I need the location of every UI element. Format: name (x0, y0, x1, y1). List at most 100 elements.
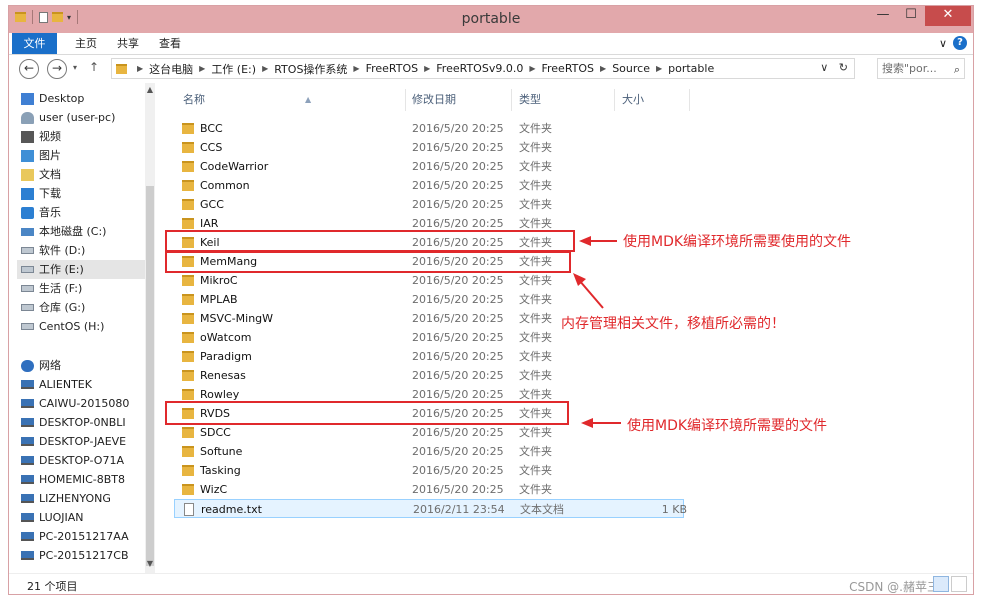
sidebar-item-computer[interactable]: LIZHENYONG (21, 489, 145, 508)
computer-icon (21, 418, 34, 427)
breadcrumb-portable[interactable]: portable (668, 62, 714, 75)
maximize-button[interactable]: ☐ (897, 6, 925, 26)
sidebar-item-computer[interactable]: LUOJIAN (21, 508, 145, 527)
breadcrumb-freertos-version[interactable]: FreeRTOSv9.0.0 (436, 62, 523, 75)
sidebar-item-computer[interactable]: DESKTOP-O71A (21, 451, 145, 470)
sidebar-item-label: 仓库 (G:) (39, 301, 86, 314)
explorer-window: ▾ portable — ☐ ✕ 文件 主页 共享 查看 ∨ ? ← → ▾ ↑… (8, 5, 974, 595)
drive-icon (21, 285, 34, 292)
sidebar-item-label: 本地磁盘 (C:) (39, 225, 107, 238)
tab-share[interactable]: 共享 (117, 33, 139, 54)
computer-icon (21, 513, 34, 522)
sidebar-item-label: 软件 (D:) (39, 244, 86, 257)
sidebar-item-label: 音乐 (39, 206, 61, 219)
refresh-icon[interactable]: ↻ (839, 61, 848, 74)
recent-locations-icon[interactable]: ▾ (73, 63, 77, 72)
sidebar-item-label: PC-20151217AA (39, 530, 129, 543)
drive-icon (21, 304, 34, 311)
arrow-rvds (581, 418, 621, 428)
sidebar-item-computer[interactable]: HOMEMIC-8BT8 (21, 470, 145, 489)
sidebar-item-label: 工作 (E:) (39, 263, 84, 276)
sidebar-item-drive-f[interactable]: 生活 (F:) (21, 279, 145, 298)
scroll-up-icon[interactable]: ▲ (145, 85, 155, 94)
annotation-rvds: 使用MDK编译环境所需要的文件 (627, 418, 828, 434)
scroll-down-icon[interactable]: ▼ (145, 559, 155, 568)
navigation-bar: ← → ▾ ↑ ▶ 这台电脑 ▶ 工作 (E:) ▶ RTOS操作系统 ▶ Fr… (9, 56, 973, 82)
large-icons-view-icon[interactable] (951, 576, 967, 592)
sidebar-item-label: DESKTOP-O71A (39, 454, 124, 467)
sidebar-item-label: 文档 (39, 168, 61, 181)
breadcrumb-source[interactable]: Source (612, 62, 650, 75)
network-icon (21, 359, 34, 372)
drive-icon (21, 266, 34, 273)
sidebar-item-label: DESKTOP-0NBLI (39, 416, 126, 429)
sidebar-item-computer[interactable]: CAIWU-2015080 (21, 394, 145, 413)
ribbon-tabs: 文件 主页 共享 查看 ∨ ? (9, 33, 973, 55)
sidebar-item-label: user (user-pc) (39, 111, 116, 124)
sidebar-item-label: Desktop (39, 92, 85, 105)
sidebar-item-label: HOMEMIC-8BT8 (39, 473, 126, 486)
help-icon[interactable]: ? (953, 36, 967, 50)
sidebar-item-label: 图片 (39, 149, 61, 162)
sidebar-item-label: 视频 (39, 130, 61, 143)
sidebar-item-computer[interactable]: DESKTOP-0NBLI (21, 413, 145, 432)
search-icon[interactable]: ⌕ (954, 60, 960, 79)
sidebar-item-computer[interactable]: PC-20151217CB (21, 546, 145, 565)
sidebar-item-label: ALIENTEK (39, 378, 92, 391)
minimize-button[interactable]: — (869, 6, 897, 26)
file-list: 名称 ▲ 修改日期 类型 大小 BCC 2016/5/20 20:25 文件夹 CC… (159, 83, 969, 573)
sidebar-item-label: LIZHENYONG (39, 492, 111, 505)
sidebar-item-user[interactable]: user (user-pc) (21, 108, 145, 127)
breadcrumb-drive[interactable]: 工作 (E:) (211, 61, 256, 77)
sidebar-item-drive-g[interactable]: 仓库 (G:) (21, 298, 145, 317)
window-controls: — ☐ ✕ (869, 6, 971, 26)
sidebar-item-computer[interactable]: DESKTOP-JAEVE (21, 432, 145, 451)
sidebar-item-documents[interactable]: 文档 (21, 165, 145, 184)
forward-button[interactable]: → (47, 59, 67, 79)
sidebar-item-network[interactable]: 网络 (21, 356, 145, 375)
scrollbar-thumb[interactable] (146, 186, 154, 566)
tab-file[interactable]: 文件 (12, 33, 57, 54)
breadcrumb-separator: ▶ (199, 64, 206, 73)
music-icon (21, 206, 34, 219)
sidebar-item-music[interactable]: 音乐 (21, 203, 145, 222)
sidebar-item-pictures[interactable]: 图片 (21, 146, 145, 165)
window-title: portable (461, 11, 521, 27)
back-button[interactable]: ← (19, 59, 39, 79)
address-bar[interactable]: ▶ 这台电脑 ▶ 工作 (E:) ▶ RTOS操作系统 ▶ FreeRTOS ▶… (111, 58, 855, 79)
navigation-pane[interactable]: Desktop user (user-pc) 视频 图片 文档 下载 音乐 本地… (9, 83, 155, 573)
sidebar-item-label: CentOS (H:) (39, 320, 105, 333)
breadcrumb-separator: ▶ (424, 64, 431, 73)
breadcrumb-freertos-sub[interactable]: FreeRTOS (541, 62, 594, 75)
annotation-keil: 使用MDK编译环境所需要使用的文件 (623, 234, 852, 250)
search-input[interactable]: 搜索"por... ⌕ (877, 58, 965, 79)
address-dropdown-icon[interactable]: ∨ (820, 61, 828, 74)
up-button[interactable]: ↑ (89, 60, 99, 74)
sidebar-item-downloads[interactable]: 下载 (21, 184, 145, 203)
close-button[interactable]: ✕ (925, 6, 971, 26)
title-bar: ▾ portable — ☐ ✕ (9, 6, 973, 33)
desktop-icon (21, 92, 34, 105)
breadcrumb-this-pc[interactable]: 这台电脑 (149, 61, 193, 77)
sidebar-item-desktop[interactable]: Desktop (21, 89, 145, 108)
sidebar-item-drive-e[interactable]: 工作 (E:) (17, 260, 145, 279)
sidebar-item-drive-c[interactable]: 本地磁盘 (C:) (21, 222, 145, 241)
breadcrumb-separator: ▶ (137, 64, 144, 73)
expand-ribbon-icon[interactable]: ∨ (939, 37, 947, 50)
computer-icon (21, 437, 34, 446)
tab-home[interactable]: 主页 (75, 33, 97, 54)
sidebar-scrollbar[interactable]: ▲ ▼ (145, 83, 155, 573)
details-view-icon[interactable] (933, 576, 949, 592)
sidebar-item-videos[interactable]: 视频 (21, 127, 145, 146)
system-drive-icon (21, 227, 34, 236)
sidebar-item-label: CAIWU-2015080 (39, 397, 130, 410)
computer-icon (21, 494, 34, 503)
sidebar-item-drive-d[interactable]: 软件 (D:) (21, 241, 145, 260)
breadcrumb-rtos[interactable]: RTOS操作系统 (274, 61, 347, 77)
sidebar-item-computer[interactable]: ALIENTEK (21, 375, 145, 394)
breadcrumb-freertos[interactable]: FreeRTOS (366, 62, 419, 75)
breadcrumb-separator: ▶ (600, 64, 607, 73)
sidebar-item-drive-h[interactable]: CentOS (H:) (21, 317, 145, 336)
tab-view[interactable]: 查看 (159, 33, 181, 54)
sidebar-item-computer[interactable]: PC-20151217AA (21, 527, 145, 546)
